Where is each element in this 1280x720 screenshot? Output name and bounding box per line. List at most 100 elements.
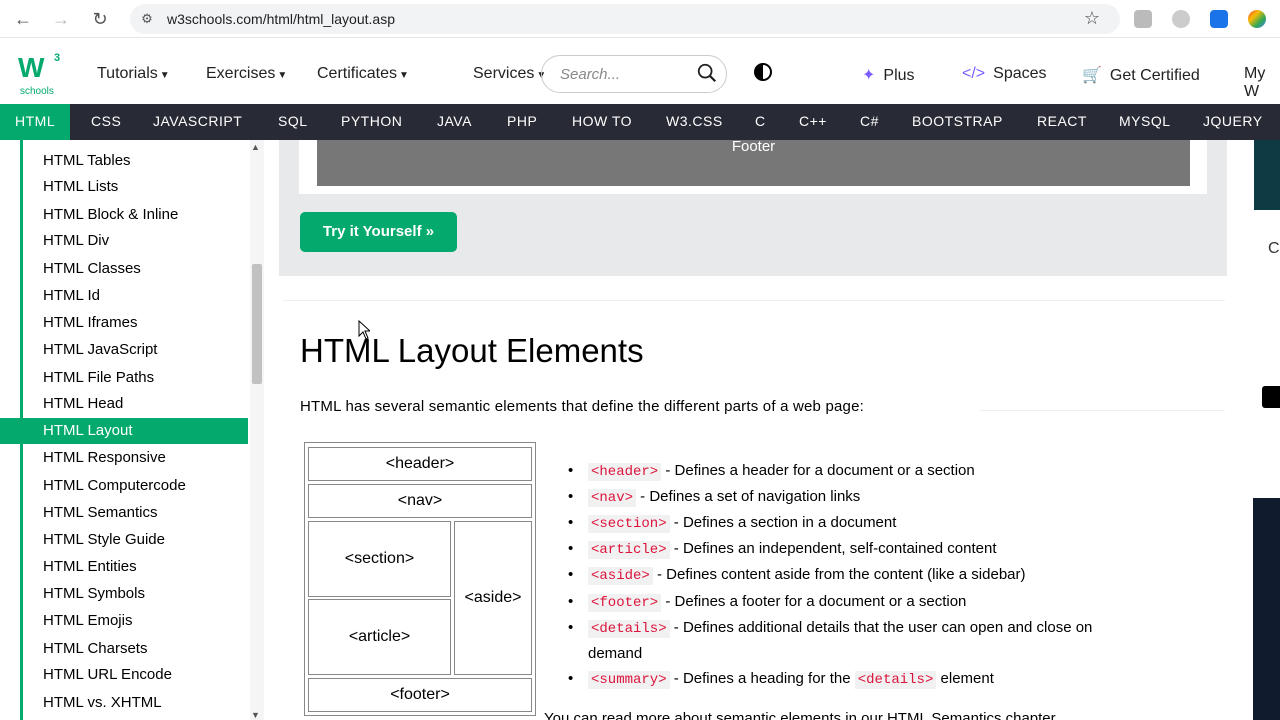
w3schools-logo[interactable]: W3 schools — [18, 52, 64, 97]
sidebar-item-html-div[interactable]: HTML Div — [0, 228, 248, 254]
search-input[interactable]: Search... — [541, 55, 727, 93]
theme-toggle-icon[interactable] — [754, 63, 772, 81]
try-it-yourself-button[interactable]: Try it Yourself » — [300, 212, 457, 252]
diagram-article: <article> — [308, 599, 451, 675]
sidebar-item-html-vs-xhtml[interactable]: HTML vs. XHTML — [0, 690, 248, 716]
subject-bar: HTML CSS JAVASCRIPT SQL PYTHON JAVA PHP … — [0, 104, 1280, 140]
subject-cpp[interactable]: C++ — [799, 113, 827, 129]
certificates-menu[interactable]: Certificates ▼ — [317, 65, 409, 83]
exercises-menu[interactable]: Exercises ▼ — [206, 65, 287, 83]
subject-csharp[interactable]: C# — [860, 113, 879, 129]
diagram-section: <section> — [308, 521, 451, 597]
search-icon[interactable] — [696, 62, 718, 84]
code-tag: <nav> — [588, 489, 637, 507]
element-description: - Defines a set of navigation links — [636, 488, 861, 505]
sidebar-item-html-emojis[interactable]: HTML Emojis — [0, 608, 248, 634]
plus-link[interactable]: ✦ Plus — [862, 65, 915, 85]
subject-w3css[interactable]: W3.CSS — [666, 113, 723, 129]
sidebar-scrollbar-thumb[interactable] — [252, 264, 262, 384]
element-description: - Defines a section in a document — [669, 514, 897, 531]
reload-icon[interactable]: ↻ — [89, 8, 111, 30]
sidebar-item-html-tables[interactable]: HTML Tables — [0, 148, 248, 174]
logo-superscript: 3 — [54, 52, 61, 64]
get-certified-link[interactable]: 🛒 Get Certified — [1082, 65, 1200, 85]
url-text[interactable]: w3schools.com/html/html_layout.asp — [167, 11, 395, 27]
certificates-label: Certificates — [317, 65, 398, 82]
sidebar-item-html-computercode[interactable]: HTML Computercode — [0, 473, 248, 499]
subject-how-to[interactable]: HOW TO — [572, 113, 632, 129]
services-menu[interactable]: Services ▼ — [473, 65, 546, 83]
sidebar-item-html-symbols[interactable]: HTML Symbols — [0, 581, 248, 607]
screen-capture-extension-icon[interactable] — [1210, 10, 1228, 28]
sidebar-item-html-iframes[interactable]: HTML Iframes — [0, 310, 248, 336]
intro-divider — [980, 410, 1225, 411]
tutorials-menu[interactable]: Tutorials ▼ — [97, 65, 170, 83]
section-divider — [283, 300, 1225, 301]
sparkle-icon: ✦ — [862, 67, 876, 84]
caret-down-icon: ▼ — [159, 70, 170, 81]
code-tag: <article> — [588, 541, 670, 559]
tutorials-label: Tutorials — [97, 65, 158, 82]
subject-html[interactable]: HTML — [0, 104, 71, 140]
subject-bootstrap[interactable]: BOOTSTRAP — [912, 113, 1003, 129]
spaces-link[interactable]: </> Spaces — [962, 65, 1047, 83]
logo-text: schools — [20, 86, 54, 97]
profile-extension-icon[interactable] — [1248, 10, 1266, 28]
subject-c[interactable]: C — [755, 113, 766, 129]
code-tag: <section> — [588, 515, 670, 533]
subject-python[interactable]: PYTHON — [341, 113, 402, 129]
camera-extension-icon[interactable] — [1134, 10, 1152, 28]
sidebar-item-html-classes[interactable]: HTML Classes — [0, 256, 248, 282]
bookmark-star-icon[interactable]: ☆ — [1084, 8, 1100, 29]
sidebar-item-html-layout[interactable]: HTML Layout — [0, 418, 248, 444]
sidebar-item-html-url-encode[interactable]: HTML URL Encode — [0, 662, 248, 688]
sidebar-item-html-id[interactable]: HTML Id — [0, 283, 248, 309]
sidebar-item-html-semantics[interactable]: HTML Semantics — [0, 500, 248, 526]
subject-php[interactable]: PHP — [507, 113, 537, 129]
site-settings-icon[interactable]: ⚙ — [138, 10, 156, 28]
sidebar-item-html-charsets[interactable]: HTML Charsets — [0, 636, 248, 662]
back-icon[interactable]: ← — [12, 8, 34, 30]
my-w3schools-link[interactable]: My W — [1244, 65, 1280, 101]
sidebar-item-html-responsive[interactable]: HTML Responsive — [0, 445, 248, 471]
spaces-label: Spaces — [993, 65, 1047, 82]
scroll-down-icon[interactable]: ▼ — [251, 710, 260, 720]
element-description: - Defines content aside from the content… — [652, 566, 1026, 583]
subject-java[interactable]: JAVA — [437, 113, 472, 129]
sidebar-item-html-file-paths[interactable]: HTML File Paths — [0, 365, 248, 391]
list-item-continuation: demand — [588, 645, 643, 662]
globe-extension-icon[interactable] — [1172, 10, 1190, 28]
sidebar-item-html-head[interactable]: HTML Head — [0, 391, 248, 417]
forward-icon[interactable]: → — [50, 8, 72, 30]
scroll-up-icon[interactable]: ▲ — [251, 142, 260, 152]
caret-down-icon: ▼ — [399, 70, 409, 81]
advertisement-banner[interactable] — [1254, 140, 1280, 210]
intro-text: HTML has several semantic elements that … — [300, 398, 865, 415]
sidebar-item-html-entities[interactable]: HTML Entities — [0, 554, 248, 580]
sidebar-item-html-style-guide[interactable]: HTML Style Guide — [0, 527, 248, 553]
right-edge-widget[interactable] — [1262, 386, 1280, 408]
sidebar-item-html-lists[interactable]: HTML Lists — [0, 174, 248, 200]
sidebar-scrollbar[interactable] — [250, 140, 264, 720]
diagram-footer: <footer> — [308, 678, 532, 712]
diagram-aside: <aside> — [454, 521, 532, 675]
subject-mysql[interactable]: MYSQL — [1119, 113, 1171, 129]
subject-javascript[interactable]: JAVASCRIPT — [153, 113, 242, 129]
code-tag: <header> — [588, 463, 662, 481]
subject-sql[interactable]: SQL — [278, 113, 308, 129]
advertisement-banner[interactable] — [1253, 498, 1280, 720]
subject-jquery[interactable]: JQUERY — [1203, 113, 1263, 129]
element-description: - Defines a header for a document or a s… — [661, 462, 975, 479]
subject-react[interactable]: REACT — [1037, 113, 1087, 129]
sidebar: HTML Tables HTML Lists HTML Block & Inli… — [0, 140, 265, 720]
mouse-cursor-icon — [358, 320, 370, 340]
layout-diagram: <header> <nav> <section> <article> <asid… — [304, 442, 536, 716]
address-bar[interactable]: ⚙ w3schools.com/html/html_layout.asp ☆ — [130, 4, 1120, 34]
subject-css[interactable]: CSS — [91, 113, 121, 129]
sidebar-item-html-block-inline[interactable]: HTML Block & Inline — [0, 202, 248, 228]
right-edge-letter: C — [1268, 240, 1280, 257]
top-navigation: W3 schools Tutorials ▼ Exercises ▼ Certifi… — [0, 44, 1280, 104]
browser-toolbar: ← → ↻ ⚙ w3schools.com/html/html_layout.a… — [0, 0, 1280, 38]
element-description: element — [936, 670, 994, 687]
sidebar-item-html-javascript[interactable]: HTML JavaScript — [0, 337, 248, 363]
